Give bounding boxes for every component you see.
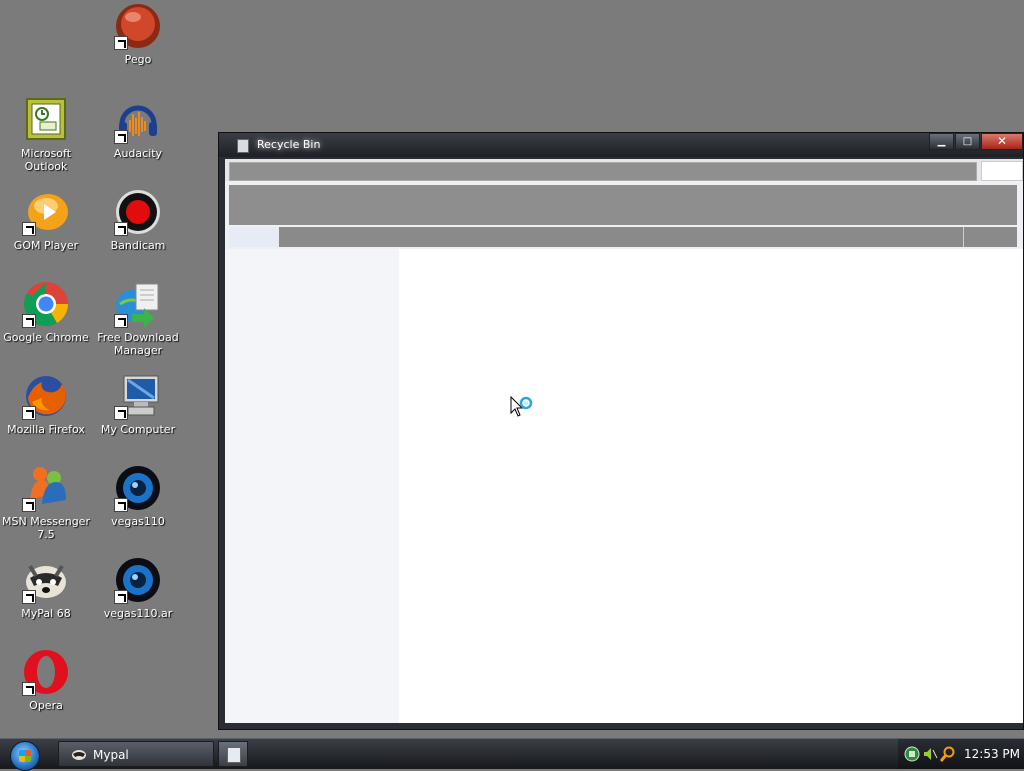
desktop-icon-label: Free Download Manager: [97, 331, 179, 357]
msn-messenger-icon: [22, 464, 70, 512]
mypal-icon: [22, 556, 70, 604]
desktop-icon-label: Opera: [29, 699, 63, 712]
desktop-icon-mozilla-firefox[interactable]: Mozilla Firefox: [0, 372, 92, 436]
firefox-icon: [22, 372, 70, 420]
clock[interactable]: 12:53 PM: [964, 747, 1020, 761]
desktop-icon-label: Google Chrome: [3, 331, 89, 344]
desktop-icon-gom-player[interactable]: GOM Player: [0, 188, 92, 252]
busy-cursor-icon: [510, 395, 536, 422]
desktop-icon-vegas110-ar[interactable]: vegas110.ar: [92, 556, 184, 620]
column-divider[interactable]: [963, 227, 964, 247]
desktop-icon-label: Microsoft Outlook: [20, 147, 72, 173]
system-tray: 12:53 PM: [898, 739, 1024, 769]
taskbar: Mypal 12:53 PM: [0, 738, 1024, 771]
desktop-icon-vegas110[interactable]: vegas110: [92, 464, 184, 528]
minimize-button[interactable]: ▁: [929, 133, 954, 150]
desktop-icon-outlook[interactable]: Microsoft Outlook: [0, 96, 92, 173]
desktop-icon-label: Bandicam: [110, 239, 166, 252]
taskbar-item-mypal[interactable]: Mypal: [58, 741, 214, 767]
file-list-pane[interactable]: [399, 249, 1023, 723]
address-row: [225, 159, 1023, 181]
desktop-icon-bandicam[interactable]: Bandicam: [92, 188, 184, 252]
desktop-icon-my-computer[interactable]: My Computer: [92, 372, 184, 436]
vegas-icon: [114, 464, 162, 512]
recycle-bin-window: Recycle Bin ▁ □ ✕: [218, 132, 1024, 730]
desktop-icon-mypal[interactable]: MyPal 68: [0, 556, 92, 620]
desktop-icon-opera[interactable]: Opera: [0, 648, 92, 712]
gom-player-icon: [22, 188, 70, 236]
vegas-icon: [114, 556, 162, 604]
desktop-icon-label: Pego: [124, 53, 152, 66]
desktop-icon-google-chrome[interactable]: Google Chrome: [0, 280, 92, 344]
desktop-icon-free-download-manager[interactable]: Free Download Manager: [92, 280, 184, 357]
desktop-icon-label: vegas110: [111, 515, 165, 528]
computer-icon: [114, 372, 162, 420]
window-client-area: [225, 159, 1023, 723]
desktop-icon-msn-messenger[interactable]: MSN Messenger 7.5: [0, 464, 92, 541]
window-controls: ▁ □ ✕: [928, 133, 1023, 151]
column-header[interactable]: [229, 227, 279, 247]
volume-icon[interactable]: [922, 746, 938, 762]
address-bar[interactable]: [229, 162, 977, 181]
desktop-icon-label: vegas110.ar: [103, 607, 173, 620]
bandicam-icon: [114, 188, 162, 236]
desktop-icon-label: GOM Player: [13, 239, 79, 252]
desktop-icon-label: MSN Messenger 7.5: [2, 515, 90, 541]
audacity-icon: [114, 96, 162, 144]
window-titlebar[interactable]: Recycle Bin ▁ □ ✕: [219, 133, 1023, 157]
desktop-icon-label: Audacity: [113, 147, 163, 160]
desktop-icon-label: My Computer: [100, 423, 176, 436]
mypal-icon: [71, 747, 87, 761]
maximize-button[interactable]: □: [955, 133, 980, 150]
search-icon[interactable]: [939, 746, 956, 762]
desktop-icon-label: Mozilla Firefox: [7, 423, 85, 436]
opera-icon: [22, 648, 70, 696]
taskbar-item-label: Mypal: [93, 748, 129, 762]
search-input[interactable]: [981, 161, 1023, 181]
download-manager-icon: [114, 280, 162, 328]
pego-icon: [114, 2, 162, 50]
column-header-row: [229, 227, 1017, 247]
outlook-icon: [22, 96, 70, 144]
recycle-bin-icon: [237, 139, 249, 153]
window-title: Recycle Bin: [257, 138, 321, 151]
command-bar: [229, 185, 1017, 225]
close-button[interactable]: ✕: [981, 133, 1023, 150]
chrome-icon: [22, 280, 70, 328]
desktop-icon-label: MyPal 68: [21, 607, 71, 620]
taskbar-item-recycle-bin[interactable]: [218, 741, 248, 767]
start-button[interactable]: [10, 741, 40, 771]
navigation-pane[interactable]: [225, 249, 399, 723]
desktop-icon-audacity[interactable]: Audacity: [92, 96, 184, 160]
network-icon[interactable]: [904, 746, 920, 762]
desktop-icon-pego[interactable]: Pego: [92, 2, 184, 66]
